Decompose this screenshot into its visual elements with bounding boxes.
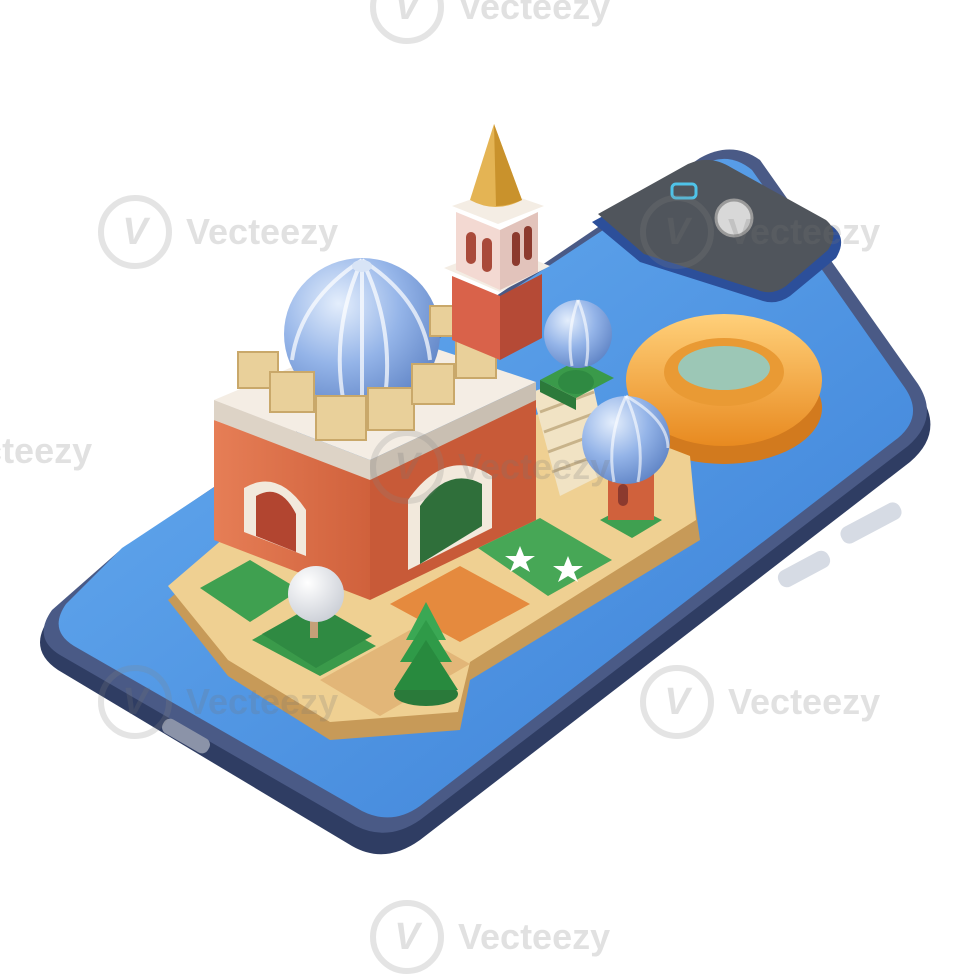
smartphone-landmark-illustration <box>40 124 931 855</box>
tower-icon <box>444 124 550 360</box>
